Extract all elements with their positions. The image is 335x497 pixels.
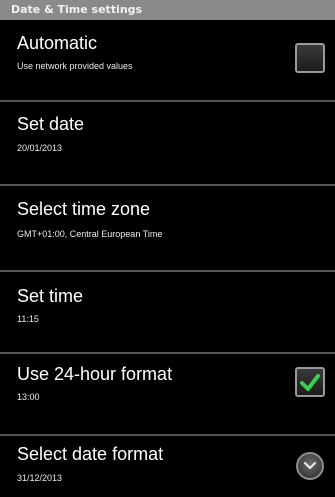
24-hour-format-summary: 13:00 — [17, 392, 40, 402]
set-time-summary: 11:15 — [17, 314, 39, 324]
set-time-title: Set time — [17, 286, 84, 306]
check-icon — [300, 374, 320, 391]
automatic-title: Automatic — [17, 33, 98, 53]
date-format-summary: 31/12/2013 — [17, 473, 63, 483]
date-format-setting[interactable]: Select date format 31/12/2013 — [0, 436, 335, 497]
header-title: Date & Time settings — [11, 3, 143, 16]
set-date-setting[interactable]: Set date 20/01/2013 — [0, 102, 335, 184]
set-date-summary: 20/01/2013 — [17, 143, 63, 153]
24-hour-format-checkbox[interactable] — [295, 367, 325, 397]
24-hour-format-title: Use 24-hour format — [17, 364, 173, 384]
automatic-checkbox[interactable] — [295, 43, 325, 73]
time-zone-summary: GMT+01:00, Central European Time — [17, 229, 163, 239]
date-format-dropdown-button[interactable] — [296, 452, 324, 480]
automatic-setting[interactable]: Automatic Use network provided values — [0, 20, 335, 100]
24-hour-format-setting[interactable]: Use 24-hour format 13:00 — [0, 354, 335, 434]
chevron-down-icon — [303, 461, 317, 470]
settings-category-header: Date & Time settings — [0, 0, 335, 20]
set-date-title: Set date — [17, 114, 85, 134]
automatic-summary: Use network provided values — [17, 61, 133, 71]
date-format-title: Select date format — [17, 444, 164, 464]
time-zone-setting[interactable]: Select time zone GMT+01:00, Central Euro… — [0, 186, 335, 270]
set-time-setting[interactable]: Set time 11:15 — [0, 272, 335, 352]
time-zone-title: Select time zone — [17, 199, 151, 219]
